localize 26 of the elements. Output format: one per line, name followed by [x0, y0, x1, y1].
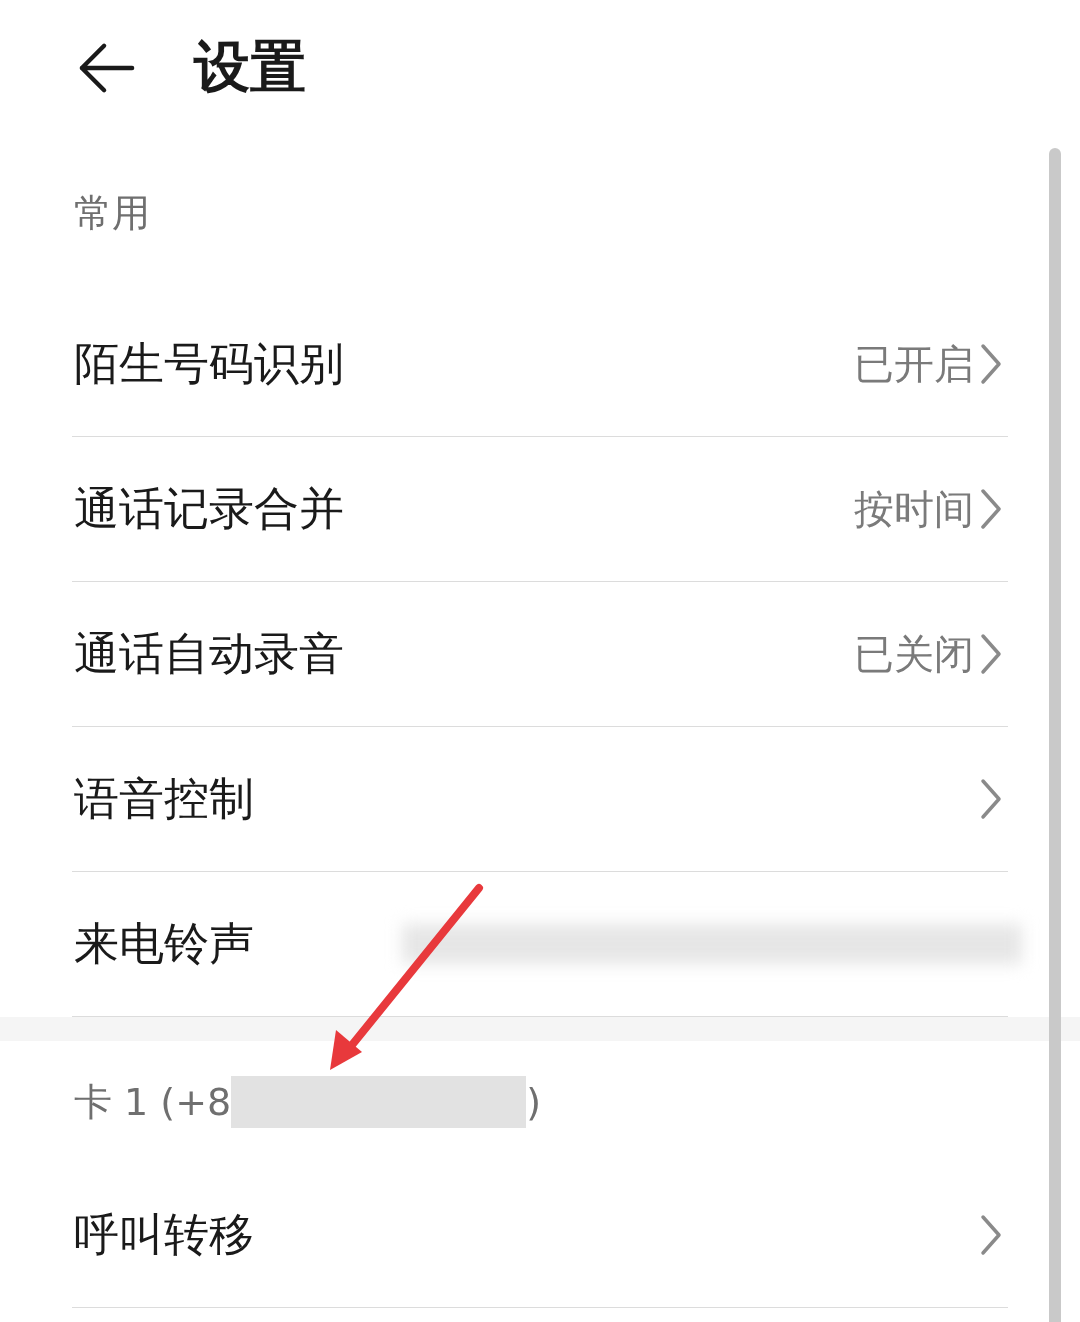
row-label: 语音控制	[73, 771, 254, 827]
settings-row[interactable]: 语音控制	[72, 727, 1008, 872]
chevron-icon	[980, 343, 1002, 385]
settings-row[interactable]: 来电铃声	[72, 872, 1008, 1017]
section-label: 卡 1 (+8	[74, 1078, 232, 1126]
settings-row[interactable]: 呼叫转移	[72, 1163, 1008, 1308]
chevron-icon	[980, 1214, 1002, 1256]
row-value: 按时间	[854, 484, 974, 534]
row-label: 呼叫转移	[73, 1207, 254, 1263]
row-label: 通话自动录音	[73, 626, 344, 682]
row-label: 陌生号码识别	[73, 336, 344, 392]
row-value: 已关闭	[854, 629, 974, 679]
chevron-icon	[980, 488, 1002, 530]
row-label: 通话记录合并	[73, 481, 344, 537]
row-label: 来电铃声	[73, 916, 254, 972]
page-title: 设置	[194, 32, 306, 101]
back-button[interactable]	[78, 41, 136, 94]
settings-row[interactable]: 通话自动录音 已关闭	[72, 582, 1008, 727]
section-label: 常用	[74, 190, 150, 237]
settings-row[interactable]: 通话记录合并 按时间	[72, 437, 1008, 582]
section-label: )	[526, 1080, 541, 1124]
chevron-icon	[980, 778, 1002, 820]
chevron-icon	[980, 633, 1002, 675]
row-value: 已开启	[854, 339, 974, 389]
scrollbar[interactable]	[1049, 148, 1061, 1322]
settings-row[interactable]: 陌生号码识别 已开启	[72, 292, 1008, 437]
